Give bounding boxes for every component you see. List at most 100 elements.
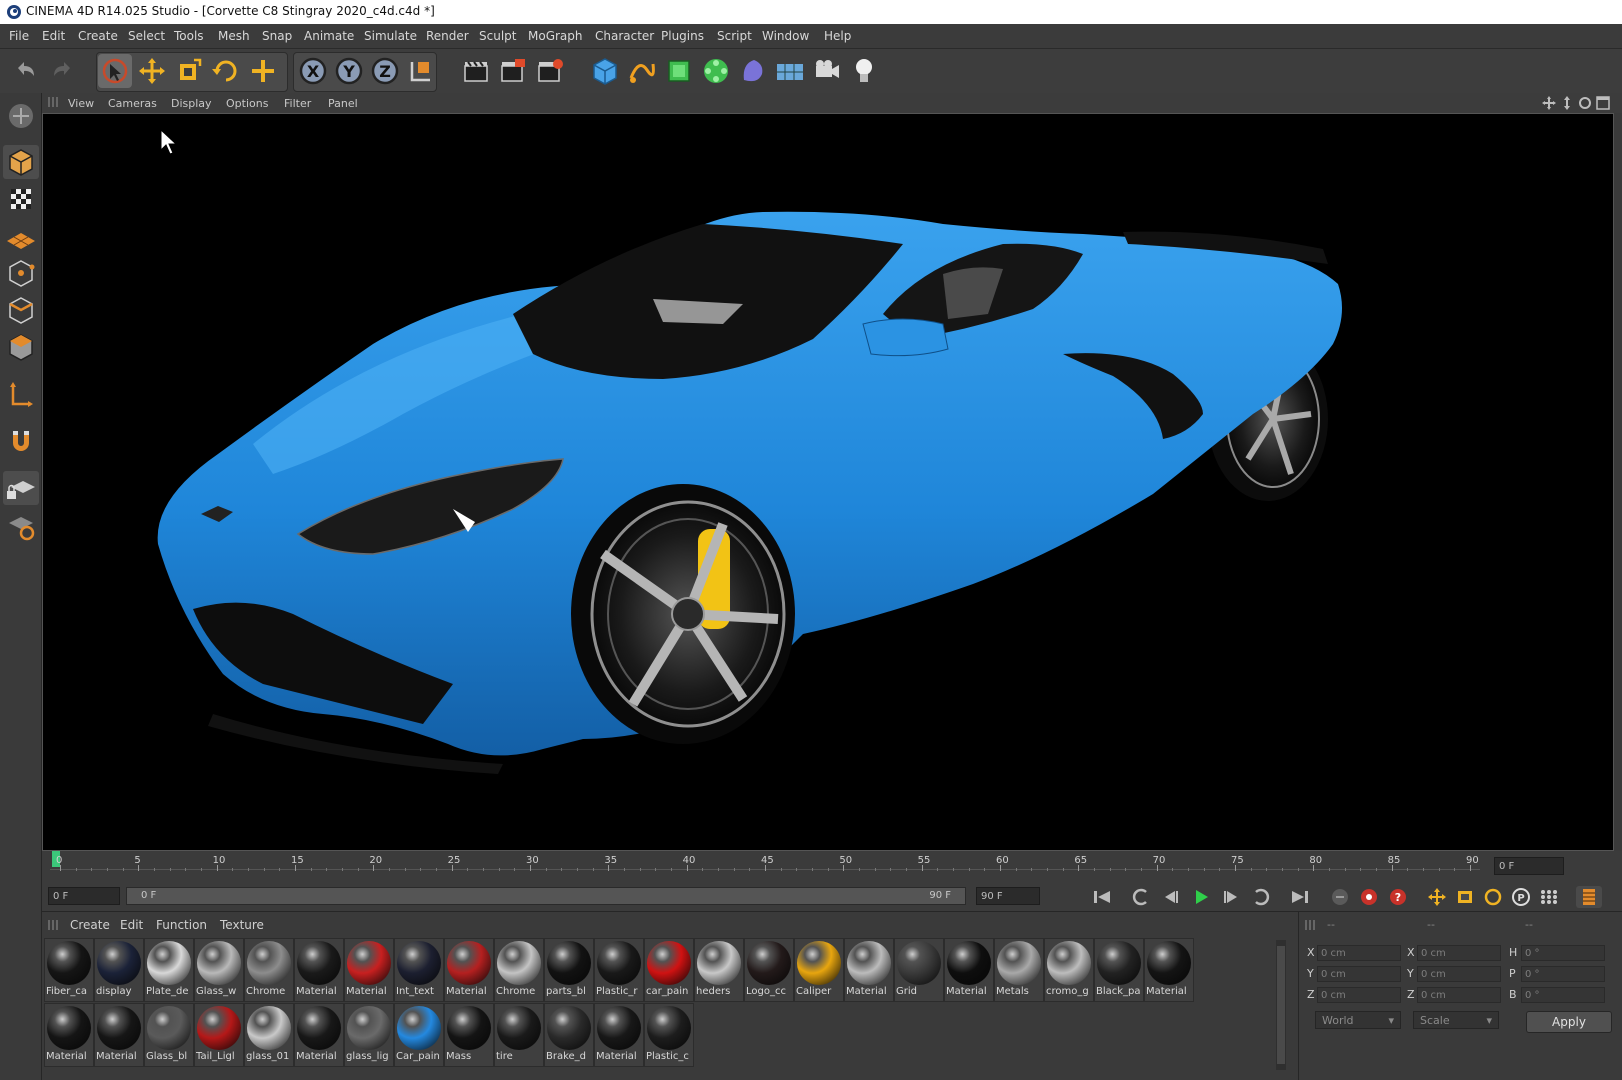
pen-spline-icon[interactable]	[625, 54, 659, 88]
next-frame-icon[interactable]	[1218, 886, 1244, 908]
rot-b-field[interactable]: 0 °	[1521, 987, 1605, 1003]
rotate-icon[interactable]	[209, 54, 243, 88]
maximize-view-icon[interactable]	[1596, 96, 1610, 110]
scale-track-icon[interactable]	[1452, 886, 1478, 908]
material-swatch[interactable]: Material	[944, 938, 994, 1002]
camera-icon[interactable]	[810, 54, 844, 88]
pos-y-field[interactable]: 0 cm	[1317, 966, 1401, 982]
size-x-field[interactable]: 0 cm	[1417, 945, 1501, 961]
scale-icon[interactable]	[172, 54, 206, 88]
menu-animate[interactable]: Animate	[304, 29, 354, 43]
material-swatch[interactable]: tire	[494, 1003, 544, 1067]
material-swatch[interactable]: Black_pa	[1094, 938, 1144, 1002]
end-frame-field[interactable]: 90 F	[976, 887, 1040, 905]
model-mode-icon[interactable]	[3, 145, 39, 179]
axis-mode-icon[interactable]	[3, 378, 39, 412]
polygons-mode-icon[interactable]	[3, 330, 39, 364]
material-swatch[interactable]: glass_01	[244, 1003, 294, 1067]
material-swatch[interactable]: Material	[444, 938, 494, 1002]
material-swatch[interactable]: Material	[844, 938, 894, 1002]
snap-settings-icon[interactable]	[3, 509, 39, 543]
material-swatch[interactable]: Metals	[994, 938, 1044, 1002]
goto-end-icon[interactable]	[1286, 886, 1312, 908]
material-swatch[interactable]: Material	[344, 938, 394, 1002]
viewport-menu-view[interactable]: View	[68, 97, 94, 110]
current-frame-field[interactable]: 0 F	[1494, 857, 1564, 875]
material-swatch[interactable]: Plastic_c	[644, 1003, 694, 1067]
pos-x-field[interactable]: 0 cm	[1317, 945, 1401, 961]
keyframe-selection-icon[interactable]: ?	[1385, 886, 1411, 908]
drag-handle-icon[interactable]	[48, 920, 58, 930]
menu-character[interactable]: Character	[595, 29, 654, 43]
material-swatch[interactable]: Tail_Ligl	[194, 1003, 244, 1067]
material-swatch[interactable]: Chrome	[494, 938, 544, 1002]
material-swatch[interactable]: Material	[1144, 938, 1194, 1002]
material-swatch[interactable]: Material	[94, 1003, 144, 1067]
rotate-view-icon[interactable]	[1578, 96, 1592, 110]
3d-viewport[interactable]	[42, 113, 1614, 851]
material-swatch[interactable]: Caliper	[794, 938, 844, 1002]
material-swatch[interactable]: Material	[44, 1003, 94, 1067]
locked-workplane-icon[interactable]	[3, 471, 39, 505]
cloner-icon[interactable]	[699, 54, 733, 88]
menu-simulate[interactable]: Simulate	[364, 29, 417, 43]
material-swatch[interactable]: parts_bl	[544, 938, 594, 1002]
edges-mode-icon[interactable]	[3, 293, 39, 327]
goto-next-key-icon[interactable]	[1248, 886, 1274, 908]
coordinate-system-icon[interactable]	[404, 54, 438, 88]
drag-handle-icon[interactable]	[48, 97, 58, 107]
material-swatch[interactable]: Material	[294, 938, 344, 1002]
material-swatch[interactable]: Material	[294, 1003, 344, 1067]
tweak-mode-icon[interactable]	[3, 425, 39, 459]
deformer-icon[interactable]	[736, 54, 770, 88]
menu-sculpt[interactable]: Sculpt	[479, 29, 516, 43]
points-mode-icon[interactable]	[3, 256, 39, 290]
parameter-track-icon[interactable]: P	[1508, 886, 1534, 908]
material-swatch[interactable]: car_pain	[644, 938, 694, 1002]
material-swatch[interactable]: Car_pain	[394, 1003, 444, 1067]
prev-frame-icon[interactable]	[1158, 886, 1184, 908]
material-swatch[interactable]: Plate_de	[144, 938, 194, 1002]
menu-render[interactable]: Render	[426, 29, 469, 43]
viewport-menu-panel[interactable]: Panel	[328, 97, 358, 110]
viewport-menu-display[interactable]: Display	[171, 97, 212, 110]
goto-prev-key-icon[interactable]	[1128, 886, 1154, 908]
point-level-icon[interactable]	[1536, 886, 1562, 908]
menu-mesh[interactable]: Mesh	[218, 29, 250, 43]
material-swatch[interactable]: Material	[594, 1003, 644, 1067]
material-swatch[interactable]: Chrome	[244, 938, 294, 1002]
viewport-menu-options[interactable]: Options	[226, 97, 268, 110]
floor-icon[interactable]	[773, 54, 807, 88]
material-swatch[interactable]: glass_lig	[344, 1003, 394, 1067]
y-axis-icon[interactable]: Y	[332, 54, 366, 88]
record-keys-icon[interactable]	[1327, 886, 1353, 908]
rot-p-field[interactable]: 0 °	[1521, 966, 1605, 982]
material-menu-texture[interactable]: Texture	[220, 918, 264, 932]
material-menu-edit[interactable]: Edit	[120, 918, 143, 932]
redo-icon[interactable]	[46, 54, 80, 88]
material-swatch[interactable]: heders	[694, 938, 744, 1002]
light-icon[interactable]	[847, 54, 881, 88]
material-swatch[interactable]: Glass_w	[194, 938, 244, 1002]
live-selection-icon[interactable]	[98, 54, 132, 88]
pos-z-field[interactable]: 0 cm	[1317, 987, 1401, 1003]
cube-icon[interactable]	[588, 54, 622, 88]
size-z-field[interactable]: 0 cm	[1417, 987, 1501, 1003]
workplane-icon[interactable]	[3, 219, 39, 253]
rot-h-field[interactable]: 0 °	[1521, 945, 1605, 961]
material-swatch[interactable]: Logo_cc	[744, 938, 794, 1002]
menu-plugins[interactable]: Plugins	[661, 29, 704, 43]
x-axis-icon[interactable]: X	[296, 54, 330, 88]
apply-button[interactable]: Apply	[1526, 1011, 1612, 1033]
render-picture-viewer-icon[interactable]	[496, 54, 530, 88]
autokey-icon[interactable]	[1356, 886, 1382, 908]
goto-start-icon[interactable]	[1090, 886, 1116, 908]
timeline-ruler[interactable]: 0 5 10 15 20 25 30 35 40 45 50 55 60 65 70 75 80 85 90 0 F	[42, 851, 1622, 881]
menu-edit[interactable]: Edit	[42, 29, 65, 43]
material-swatch[interactable]: Int_text	[394, 938, 444, 1002]
last-tool-icon[interactable]	[246, 54, 280, 88]
material-swatch[interactable]: Brake_d	[544, 1003, 594, 1067]
pan-view-icon[interactable]	[1542, 96, 1556, 110]
zoom-view-icon[interactable]	[1560, 96, 1574, 110]
size-y-field[interactable]: 0 cm	[1417, 966, 1501, 982]
